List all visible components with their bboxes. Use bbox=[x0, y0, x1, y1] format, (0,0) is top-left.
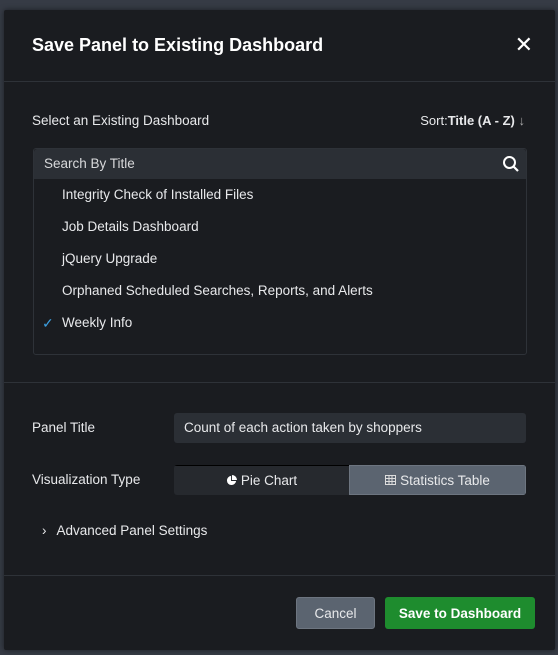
dashboard-list: Search By Title Integrity Check of Insta… bbox=[33, 148, 527, 355]
list-item-label: Job Details Dashboard bbox=[62, 219, 199, 234]
dialog-header: Save Panel to Existing Dashboard ✕ bbox=[4, 10, 555, 82]
search-icon[interactable] bbox=[502, 155, 520, 173]
select-dashboard-label: Select an Existing Dashboard bbox=[32, 113, 210, 128]
list-item[interactable]: Orphaned Scheduled Searches, Reports, an… bbox=[34, 275, 526, 307]
sort-value: Title (A - Z) bbox=[447, 113, 515, 128]
panel-title-input[interactable]: Count of each action taken by shoppers bbox=[174, 413, 526, 443]
cancel-button[interactable]: Cancel bbox=[296, 597, 375, 629]
divider bbox=[4, 575, 555, 576]
advanced-panel-settings-toggle[interactable]: › Advanced Panel Settings bbox=[42, 523, 207, 538]
visualization-type-label: Visualization Type bbox=[32, 472, 141, 487]
save-to-dashboard-button[interactable]: Save to Dashboard bbox=[385, 597, 535, 629]
list-item-label: Integrity Check of Installed Files bbox=[62, 187, 254, 202]
dialog-title: Save Panel to Existing Dashboard bbox=[32, 35, 324, 55]
search-input[interactable]: Search By Title bbox=[34, 149, 526, 179]
sort-control[interactable]: Sort:Title (A - Z) ↓ bbox=[420, 113, 525, 128]
list-item[interactable]: ✓ Weekly Info bbox=[34, 307, 526, 339]
list-item-label: Orphaned Scheduled Searches, Reports, an… bbox=[62, 283, 373, 298]
list-item[interactable]: jQuery Upgrade bbox=[34, 243, 526, 275]
sort-prefix: Sort: bbox=[420, 113, 448, 128]
statistics-table-option[interactable]: Statistics Table bbox=[349, 465, 526, 495]
check-icon: ✓ bbox=[42, 315, 54, 331]
save-panel-dialog: Save Panel to Existing Dashboard ✕ Selec… bbox=[4, 10, 555, 650]
visualization-type-toggle: Pie Chart Statistics Table bbox=[174, 465, 526, 495]
list-item-label: jQuery Upgrade bbox=[62, 251, 158, 266]
divider bbox=[4, 382, 555, 383]
list-item[interactable]: Job Details Dashboard bbox=[34, 211, 526, 243]
list-item[interactable]: Integrity Check of Installed Files bbox=[34, 179, 526, 211]
advanced-settings-label: Advanced Panel Settings bbox=[56, 523, 208, 538]
statistics-table-label: Statistics Table bbox=[400, 472, 490, 488]
arrow-down-icon: ↓ bbox=[518, 113, 526, 128]
list-item-label: Weekly Info bbox=[62, 315, 133, 330]
chevron-right-icon: › bbox=[42, 523, 47, 538]
pie-chart-icon bbox=[226, 475, 237, 486]
table-icon bbox=[385, 475, 397, 485]
pie-chart-label: Pie Chart bbox=[240, 473, 298, 488]
search-placeholder: Search By Title bbox=[44, 156, 135, 171]
panel-title-label: Panel Title bbox=[32, 420, 96, 435]
close-icon[interactable]: ✕ bbox=[515, 32, 533, 58]
pie-chart-option[interactable]: Pie Chart bbox=[174, 465, 349, 495]
